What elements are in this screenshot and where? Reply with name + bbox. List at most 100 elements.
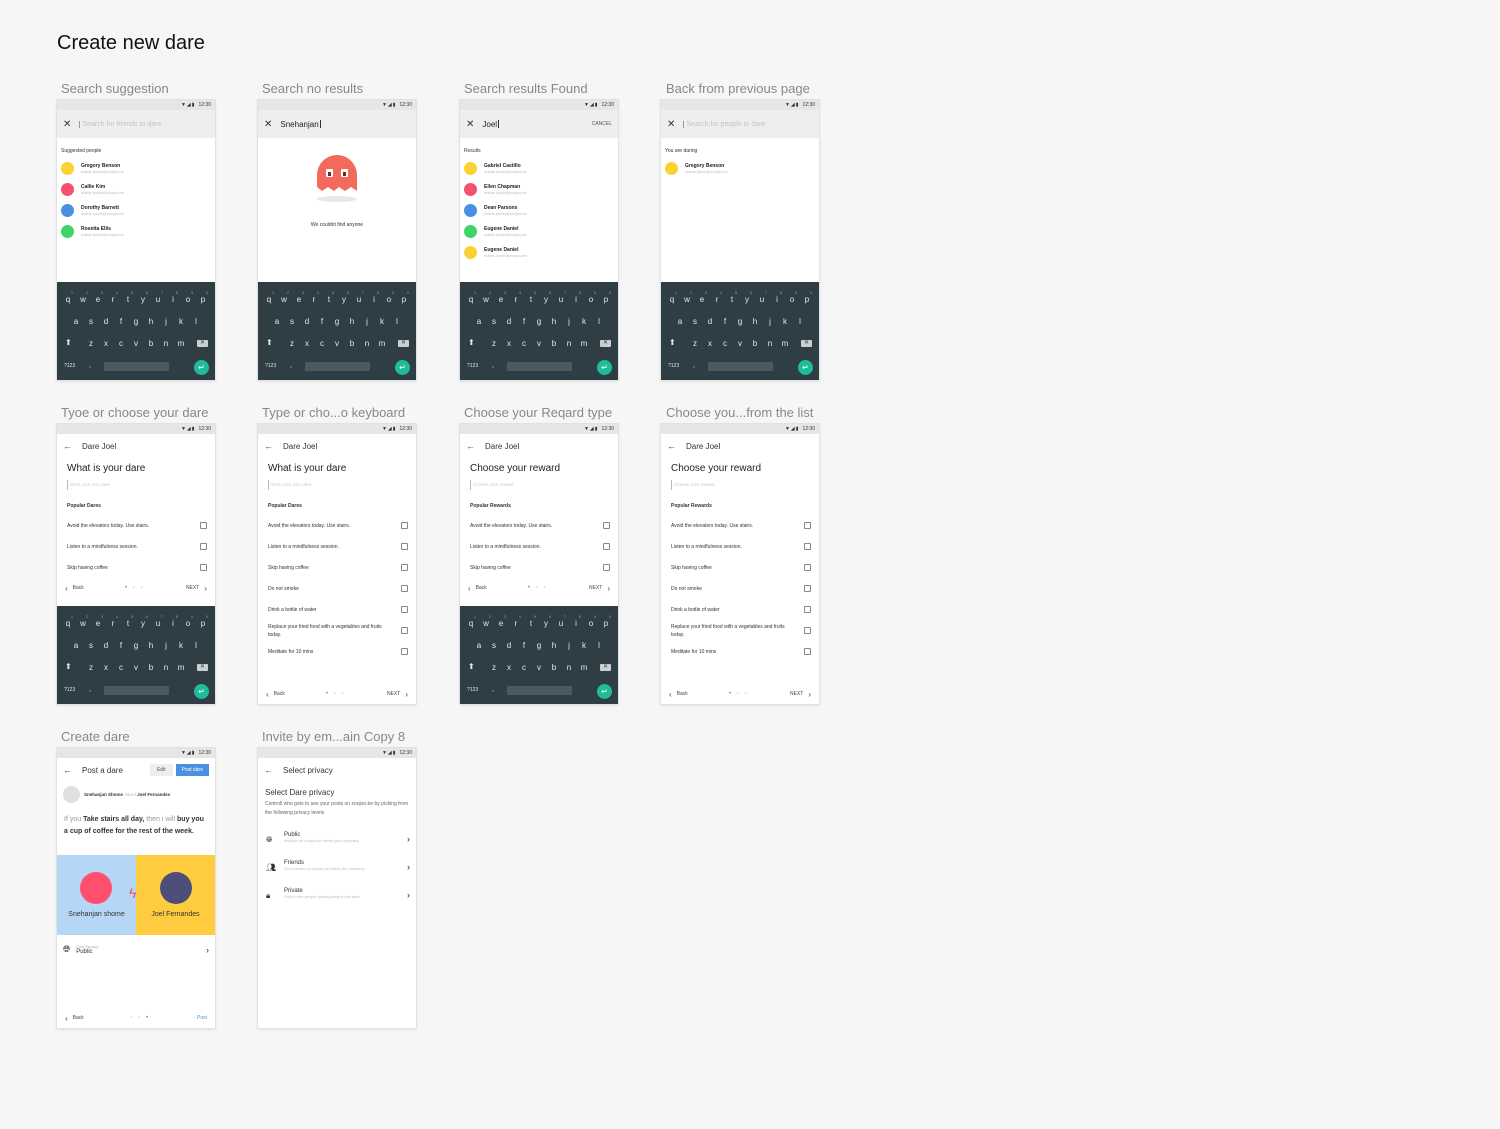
- option-item[interactable]: Listen to a mindfulness session.: [460, 536, 618, 557]
- symbols-key[interactable]: ?123: [467, 687, 478, 693]
- letter-key[interactable]: t: [525, 294, 537, 306]
- letter-key[interactable]: h: [548, 316, 560, 328]
- symbols-key[interactable]: ?123: [64, 363, 75, 369]
- checkbox[interactable]: [804, 606, 811, 613]
- letter-key[interactable]: m: [175, 338, 187, 350]
- chevron-right-icon[interactable]: ›: [808, 690, 811, 699]
- letter-key[interactable]: i: [368, 294, 380, 306]
- chevron-left-icon[interactable]: ‹: [468, 584, 471, 593]
- back-button[interactable]: Back: [73, 1015, 84, 1021]
- letter-key[interactable]: x: [301, 338, 313, 350]
- letter-key[interactable]: n: [361, 338, 373, 350]
- letter-key[interactable]: z: [85, 338, 97, 350]
- letter-key[interactable]: j: [563, 316, 575, 328]
- letter-key[interactable]: e: [495, 294, 507, 306]
- letter-key[interactable]: h: [749, 316, 761, 328]
- checkbox[interactable]: [804, 543, 811, 550]
- option-item[interactable]: Listen to a mindfulness session.: [258, 536, 416, 557]
- letter-key[interactable]: w: [278, 294, 290, 306]
- list-item[interactable]: Gregory Benson mable.lynch@zoojoo.be: [57, 158, 215, 179]
- post-dare-button[interactable]: Post dare: [175, 764, 209, 776]
- search-bar[interactable]: ✕ Snehanjan: [258, 110, 416, 138]
- checkbox[interactable]: [804, 522, 811, 529]
- search-bar[interactable]: ✕ Joel CANCEL: [460, 110, 618, 138]
- letter-key[interactable]: x: [100, 662, 112, 674]
- backspace-key[interactable]: ✕: [197, 664, 208, 671]
- next-button[interactable]: NEXT: [589, 585, 602, 591]
- letter-key[interactable]: z: [85, 662, 97, 674]
- letter-key[interactable]: h: [346, 316, 358, 328]
- letter-key[interactable]: m: [175, 662, 187, 674]
- letter-key[interactable]: j: [160, 316, 172, 328]
- letter-key[interactable]: d: [704, 316, 716, 328]
- letter-key[interactable]: e: [293, 294, 305, 306]
- letter-key[interactable]: s: [286, 316, 298, 328]
- option-item[interactable]: Avoid the elevators today. Use stairs.: [460, 515, 618, 536]
- letter-key[interactable]: q: [465, 618, 477, 630]
- symbols-key[interactable]: ?123: [64, 687, 75, 693]
- option-item[interactable]: Skip having coffee: [258, 557, 416, 578]
- privacy-option-friends[interactable]: 👥︎ Friends Your friends on zoojoo.be with…: [258, 854, 416, 882]
- letter-key[interactable]: r: [107, 618, 119, 630]
- letter-key[interactable]: l: [391, 316, 403, 328]
- letter-key[interactable]: s: [488, 640, 500, 652]
- arrow-back-icon[interactable]: ←: [264, 765, 273, 775]
- list-item[interactable]: Eugene Daniel mable.lynch@zoojoo.be: [460, 221, 618, 242]
- letter-key[interactable]: t: [726, 294, 738, 306]
- letter-key[interactable]: j: [764, 316, 776, 328]
- letter-key[interactable]: f: [518, 316, 530, 328]
- letter-key[interactable]: u: [555, 618, 567, 630]
- list-item[interactable]: Eugene Daniel mable.lynch@zoojoo.be: [460, 242, 618, 263]
- letter-key[interactable]: r: [510, 618, 522, 630]
- search-input[interactable]: Search for people to dare: [683, 120, 765, 128]
- letter-key[interactable]: a: [473, 316, 485, 328]
- letter-key[interactable]: p: [600, 618, 612, 630]
- letter-key[interactable]: i: [167, 618, 179, 630]
- close-icon[interactable]: ✕: [667, 119, 675, 130]
- letter-key[interactable]: v: [130, 662, 142, 674]
- letter-key[interactable]: r: [308, 294, 320, 306]
- option-item[interactable]: Do not smoke: [661, 578, 819, 599]
- letter-key[interactable]: b: [145, 338, 157, 350]
- symbols-key[interactable]: ?123: [467, 363, 478, 369]
- checkbox[interactable]: [401, 606, 408, 613]
- letter-key[interactable]: b: [346, 338, 358, 350]
- letter-key[interactable]: g: [130, 640, 142, 652]
- letter-key[interactable]: m: [578, 662, 590, 674]
- checkbox[interactable]: [401, 627, 408, 634]
- list-item[interactable]: Ellen Chapman mable.lynch@zoojoo.be: [460, 179, 618, 200]
- letter-key[interactable]: e: [696, 294, 708, 306]
- letter-key[interactable]: f: [518, 640, 530, 652]
- letter-key[interactable]: e: [92, 294, 104, 306]
- enter-key[interactable]: ↵: [798, 360, 813, 375]
- close-icon[interactable]: ✕: [466, 119, 474, 130]
- list-item[interactable]: Gregory Benson mable.lynch@zoojoo.be: [661, 158, 819, 179]
- letter-key[interactable]: n: [160, 662, 172, 674]
- comma-key[interactable]: ,: [492, 686, 494, 693]
- letter-key[interactable]: z: [286, 338, 298, 350]
- letter-key[interactable]: p: [197, 618, 209, 630]
- back-button[interactable]: Back: [476, 585, 487, 591]
- letter-key[interactable]: u: [555, 294, 567, 306]
- keyboard[interactable]: q 1 w 2 e 3 r 4 t 5 y 6 u 7 i 8 o 9 p 0 a s d f g h j k l z x c v b n m ⬆ ✕ ?1…: [57, 282, 215, 380]
- enter-key[interactable]: ↵: [597, 360, 612, 375]
- arrow-back-icon[interactable]: ←: [264, 441, 273, 451]
- letter-key[interactable]: p: [398, 294, 410, 306]
- letter-key[interactable]: l: [190, 640, 202, 652]
- chevron-right-icon[interactable]: ›: [607, 584, 610, 593]
- option-item[interactable]: Meditate for 10 mins: [661, 641, 819, 662]
- space-key[interactable]: [708, 362, 773, 371]
- search-input[interactable]: Joel: [482, 120, 497, 129]
- letter-key[interactable]: w: [480, 294, 492, 306]
- letter-key[interactable]: o: [786, 294, 798, 306]
- comma-key[interactable]: ,: [492, 362, 494, 369]
- option-item[interactable]: Skip having coffee: [57, 557, 215, 578]
- letter-key[interactable]: c: [518, 662, 530, 674]
- letter-key[interactable]: k: [376, 316, 388, 328]
- letter-key[interactable]: x: [503, 662, 515, 674]
- letter-key[interactable]: d: [503, 640, 515, 652]
- letter-key[interactable]: u: [152, 618, 164, 630]
- letter-key[interactable]: e: [92, 618, 104, 630]
- search-bar[interactable]: ✕ Search for people to dare: [661, 110, 819, 138]
- letter-key[interactable]: f: [719, 316, 731, 328]
